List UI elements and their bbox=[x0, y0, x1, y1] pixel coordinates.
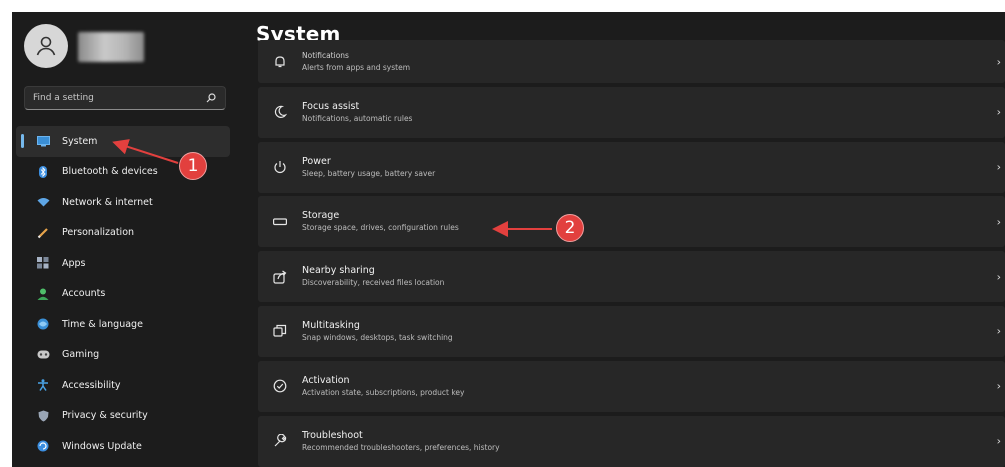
settings-row-activation[interactable]: Activation Activation state, subscriptio… bbox=[258, 360, 1005, 412]
settings-list: Notifications Alerts from apps and syste… bbox=[258, 40, 1005, 467]
gamepad-icon bbox=[36, 348, 50, 362]
username-redacted bbox=[78, 32, 144, 62]
chevron-right-icon: › bbox=[996, 270, 1001, 284]
sidebar-item-personalization[interactable]: Personalization bbox=[16, 218, 230, 249]
wifi-icon bbox=[36, 195, 50, 209]
chevron-right-icon: › bbox=[996, 434, 1001, 448]
settings-row-storage[interactable]: Storage Storage space, drives, configura… bbox=[258, 196, 1005, 248]
check-circle-icon bbox=[272, 378, 288, 394]
row-title: Storage bbox=[302, 210, 340, 222]
multitask-icon bbox=[272, 323, 288, 339]
sidebar-item-privacy[interactable]: Privacy & security bbox=[16, 401, 230, 432]
row-subtitle: Discoverability, received files location bbox=[302, 278, 445, 288]
row-title: Multitasking bbox=[302, 319, 360, 331]
chevron-right-icon: › bbox=[996, 215, 1001, 229]
sidebar-item-label: Network & internet bbox=[62, 196, 153, 208]
apps-icon bbox=[36, 256, 50, 270]
chevron-right-icon: › bbox=[996, 324, 1001, 338]
accessibility-icon bbox=[36, 378, 50, 392]
sidebar: System Bluetooth & devices Network & int… bbox=[12, 12, 242, 467]
sidebar-item-accounts[interactable]: Accounts bbox=[16, 279, 230, 310]
search-box[interactable] bbox=[24, 86, 226, 110]
settings-row-focus-assist[interactable]: Focus assist Notifications, automatic ru… bbox=[258, 86, 1005, 138]
row-title: Nearby sharing bbox=[302, 265, 375, 277]
settings-row-nearby-sharing[interactable]: Nearby sharing Discoverability, received… bbox=[258, 251, 1005, 303]
annotation-badge-2: 2 bbox=[556, 214, 584, 242]
settings-window: System Bluetooth & devices Network & int… bbox=[12, 12, 1005, 467]
share-icon bbox=[272, 269, 288, 285]
row-subtitle: Alerts from apps and system bbox=[302, 63, 410, 72]
bell-icon bbox=[272, 54, 288, 70]
main-content: System Notifications Alerts from apps an… bbox=[256, 12, 1005, 467]
row-subtitle: Activation state, subscriptions, product… bbox=[302, 387, 465, 397]
avatar[interactable] bbox=[24, 24, 68, 68]
sidebar-item-accessibility[interactable]: Accessibility bbox=[16, 370, 230, 401]
settings-row-power[interactable]: Power Sleep, battery usage, battery save… bbox=[258, 141, 1005, 193]
row-subtitle: Notifications, automatic rules bbox=[302, 113, 413, 123]
sidebar-item-label: Windows Update bbox=[62, 440, 142, 452]
row-subtitle: Recommended troubleshooters, preferences… bbox=[302, 442, 500, 452]
row-title: Troubleshoot bbox=[302, 429, 363, 441]
chevron-right-icon: › bbox=[996, 379, 1001, 393]
row-title: Activation bbox=[302, 374, 350, 386]
chevron-right-icon: › bbox=[996, 55, 1001, 68]
sidebar-item-time-language[interactable]: Time & language bbox=[16, 309, 230, 340]
row-title: Notifications bbox=[302, 51, 349, 60]
row-title: Power bbox=[302, 155, 331, 167]
sidebar-item-label: System bbox=[62, 135, 98, 147]
wrench-icon bbox=[272, 433, 288, 449]
chevron-right-icon: › bbox=[996, 160, 1001, 174]
sidebar-item-apps[interactable]: Apps bbox=[16, 248, 230, 279]
sidebar-item-label: Personalization bbox=[62, 227, 135, 239]
sidebar-item-gaming[interactable]: Gaming bbox=[16, 340, 230, 371]
annotation-badge-1: 1 bbox=[179, 152, 207, 180]
settings-row-troubleshoot[interactable]: Troubleshoot Recommended troubleshooters… bbox=[258, 415, 1005, 467]
chevron-right-icon: › bbox=[996, 105, 1001, 119]
sidebar-item-network[interactable]: Network & internet bbox=[16, 187, 230, 218]
settings-row-multitasking[interactable]: Multitasking Snap windows, desktops, tas… bbox=[258, 305, 1005, 357]
sidebar-item-label: Accessibility bbox=[62, 379, 121, 391]
sidebar-item-label: Bluetooth & devices bbox=[62, 166, 158, 178]
sidebar-item-label: Time & language bbox=[62, 318, 143, 330]
storage-drive-icon bbox=[272, 214, 288, 230]
user-icon bbox=[36, 36, 56, 56]
sidebar-item-windows-update[interactable]: Windows Update bbox=[16, 431, 230, 462]
sidebar-item-label: Privacy & security bbox=[62, 410, 148, 422]
sidebar-item-label: Apps bbox=[62, 257, 86, 269]
globe-clock-icon bbox=[36, 317, 50, 331]
update-icon bbox=[36, 439, 50, 453]
brush-icon bbox=[36, 226, 50, 240]
shield-icon bbox=[36, 409, 50, 423]
bluetooth-icon bbox=[36, 165, 50, 179]
monitor-icon bbox=[36, 134, 50, 148]
sidebar-item-label: Accounts bbox=[62, 288, 106, 300]
row-title: Focus assist bbox=[302, 100, 360, 112]
power-icon bbox=[272, 159, 288, 175]
sidebar-item-label: Gaming bbox=[62, 349, 100, 361]
search-icon[interactable] bbox=[205, 92, 217, 104]
row-subtitle: Snap windows, desktops, task switching bbox=[302, 332, 453, 342]
settings-row-notifications[interactable]: Notifications Alerts from apps and syste… bbox=[258, 40, 1005, 83]
moon-icon bbox=[272, 104, 288, 120]
person-icon bbox=[36, 287, 50, 301]
search-input[interactable] bbox=[33, 93, 205, 103]
row-subtitle: Sleep, battery usage, battery saver bbox=[302, 168, 436, 178]
row-subtitle: Storage space, drives, configuration rul… bbox=[302, 223, 459, 233]
